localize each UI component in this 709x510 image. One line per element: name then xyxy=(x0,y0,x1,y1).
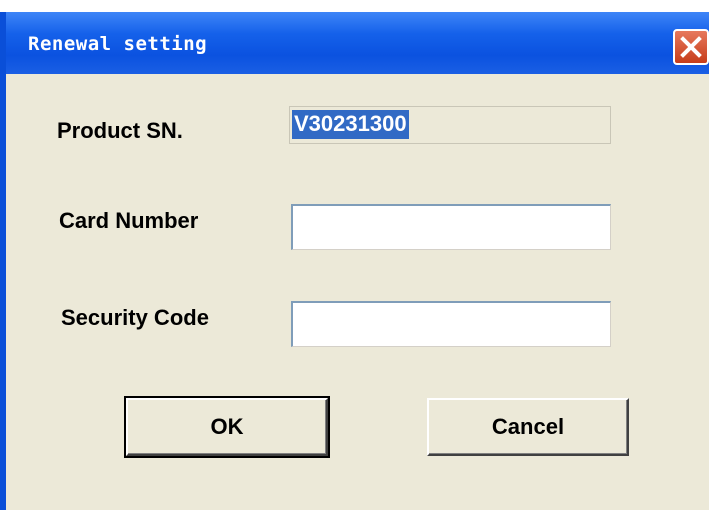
window-title: Renewal setting xyxy=(28,33,208,55)
title-bar[interactable]: Renewal setting xyxy=(6,12,709,74)
card-number-input[interactable] xyxy=(291,204,611,250)
close-button[interactable] xyxy=(673,29,709,65)
product-sn-value: V30231300 xyxy=(292,110,409,139)
product-sn-label: Product SN. xyxy=(57,118,183,143)
renewal-dialog: Renewal setting Product SN. V30231300 Ca… xyxy=(0,0,709,510)
screen-edge xyxy=(0,0,709,12)
dialog-body: Product SN. V30231300 Card Number Securi… xyxy=(6,74,709,510)
ok-button[interactable]: OK xyxy=(124,396,330,458)
security-code-label: Security Code xyxy=(61,305,209,330)
cancel-button[interactable]: Cancel xyxy=(427,398,629,456)
security-code-input[interactable] xyxy=(291,301,611,347)
card-number-label: Card Number xyxy=(59,208,199,233)
close-icon xyxy=(680,36,702,58)
product-sn-field[interactable]: V30231300 xyxy=(289,106,611,144)
